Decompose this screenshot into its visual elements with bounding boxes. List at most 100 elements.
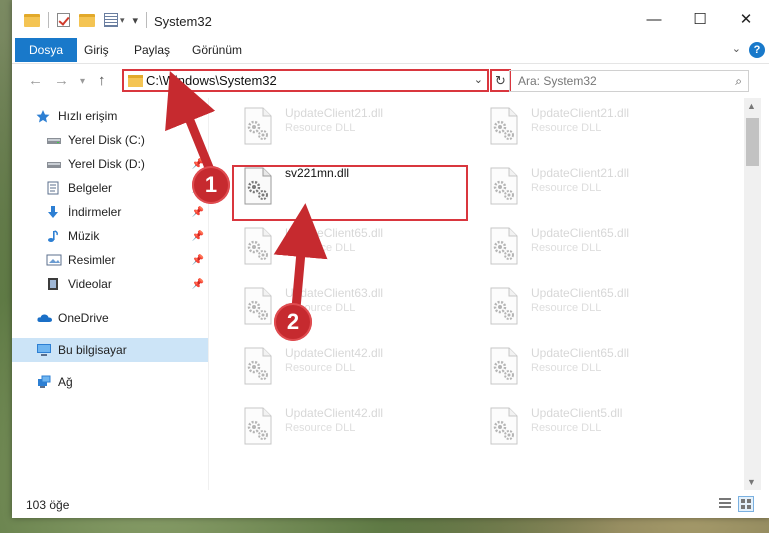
- step-badge-2: 2: [274, 303, 312, 341]
- drive-icon: [46, 133, 62, 147]
- sidebar-item-onedrive[interactable]: OneDrive: [12, 306, 208, 330]
- file-name: UpdateClient65.dll: [531, 226, 630, 240]
- folder-icon[interactable]: [24, 13, 40, 27]
- refresh-button[interactable]: ↻: [490, 69, 511, 92]
- customize-toolbar-icon[interactable]: ▾: [133, 14, 139, 27]
- sidebar-item-label: Bu bilgisayar: [58, 343, 127, 357]
- dll-file-icon: [487, 346, 521, 386]
- toolbar-divider: [48, 12, 49, 28]
- documents-icon: [46, 181, 62, 195]
- file-name: UpdateClient5.dll: [531, 406, 623, 420]
- sidebar-item-label: Belgeler: [68, 181, 113, 195]
- sidebar-item-local-disk-d[interactable]: Yerel Disk (D:) 📌: [12, 152, 208, 176]
- refresh-icon: ↻: [495, 73, 506, 88]
- file-name: UpdateClient21.dll: [531, 106, 630, 120]
- minimize-button[interactable]: —: [631, 0, 677, 38]
- file-description: Resource DLL: [531, 362, 602, 374]
- tab-paylas[interactable]: Paylaş: [134, 38, 170, 62]
- sidebar-item-this-pc[interactable]: Bu bilgisayar: [12, 338, 208, 362]
- file-list: UpdateClient21.dll Resource DLL UpdateClie…: [209, 98, 744, 490]
- file-description: Resource DLL: [531, 182, 602, 194]
- properties-check-icon[interactable]: [57, 13, 70, 27]
- file-item[interactable]: UpdateClient21.dll Resource DLL: [479, 160, 711, 214]
- file-description: Resource DLL: [531, 302, 602, 314]
- download-icon: [46, 205, 62, 219]
- dll-file-icon: [487, 166, 521, 206]
- search-input[interactable]: Ara: System32 ⌕: [509, 70, 749, 92]
- toolbar-divider: [146, 12, 148, 28]
- sidebar-item-local-disk-c[interactable]: Yerel Disk (C:): [12, 128, 208, 152]
- tab-giris[interactable]: Giriş: [84, 38, 109, 62]
- file-item[interactable]: UpdateClient42.dll Resource DLL: [233, 400, 465, 454]
- chevron-down-icon[interactable]: ▾: [120, 15, 125, 26]
- expand-ribbon-icon[interactable]: ⌄: [732, 42, 741, 55]
- address-row: ← → ▾ ↑ C:\Windows\System32 ⌄ ↻ Ara: Sys…: [12, 63, 769, 98]
- sidebar-item-documents[interactable]: Belgeler 📌: [12, 176, 208, 200]
- file-name: UpdateClient21.dll: [531, 166, 630, 180]
- address-path[interactable]: C:\Windows\System32: [146, 73, 277, 88]
- sidebar-item-label: Yerel Disk (C:): [68, 133, 145, 147]
- file-description: Resource DLL: [285, 242, 356, 254]
- scroll-up-icon[interactable]: ▲: [747, 101, 756, 111]
- scroll-down-icon[interactable]: ▼: [747, 477, 756, 487]
- pin-icon[interactable]: 📌: [192, 207, 204, 218]
- drive-icon: [46, 157, 62, 171]
- file-item[interactable]: UpdateClient65.dll Resource DLL: [479, 220, 711, 274]
- file-item[interactable]: UpdateClient42.dll Resource DLL: [233, 340, 465, 394]
- pictures-icon: [46, 253, 62, 267]
- dll-file-icon: [241, 106, 275, 146]
- sidebar-item-quick-access[interactable]: Hızlı erişim: [12, 104, 208, 128]
- maximize-button[interactable]: ☐: [677, 0, 723, 38]
- sidebar-item-videos[interactable]: Videolar 📌: [12, 272, 208, 296]
- up-arrow-icon[interactable]: ↑: [98, 72, 106, 89]
- file-item[interactable]: UpdateClient65.dll Resource DLL: [233, 220, 465, 274]
- dll-file-icon: [487, 406, 521, 446]
- dll-file-icon: [241, 346, 275, 386]
- recent-locations-icon[interactable]: ▾: [80, 76, 85, 87]
- scrollbar-thumb[interactable]: [746, 118, 759, 166]
- back-arrow-icon[interactable]: ←: [28, 72, 43, 89]
- details-view-icon[interactable]: [718, 496, 734, 512]
- pin-icon[interactable]: 📌: [192, 231, 204, 242]
- pin-icon[interactable]: 📌: [192, 279, 204, 290]
- file-description: Resource DLL: [285, 362, 356, 374]
- window-title: System32: [154, 14, 212, 29]
- sidebar-item-label: Resimler: [68, 253, 116, 267]
- item-count: 103 öğe: [26, 498, 70, 512]
- help-button[interactable]: ?: [749, 42, 765, 58]
- forward-arrow-icon[interactable]: →: [54, 72, 69, 89]
- file-item[interactable]: UpdateClient65.dll Resource DLL: [479, 280, 711, 334]
- sidebar-item-downloads[interactable]: İndirmeler 📌: [12, 200, 208, 224]
- tab-gorunum[interactable]: Görünüm: [192, 38, 242, 62]
- dll-file-icon: [241, 406, 275, 446]
- search-icon[interactable]: ⌕: [735, 74, 742, 89]
- sidebar-item-label: OneDrive: [58, 311, 109, 325]
- file-name: UpdateClient21.dll: [285, 106, 384, 120]
- pin-icon[interactable]: 📌: [192, 255, 204, 266]
- file-description: Resource DLL: [531, 242, 602, 254]
- sidebar-item-music[interactable]: Müzik 📌: [12, 224, 208, 248]
- file-item[interactable]: UpdateClient5.dll Resource DLL: [479, 400, 711, 454]
- file-name: UpdateClient42.dll: [285, 406, 384, 420]
- sidebar-item-network[interactable]: Ağ: [12, 370, 208, 394]
- dll-file-icon: [241, 226, 275, 266]
- file-item[interactable]: UpdateClient21.dll Resource DLL: [479, 100, 711, 154]
- tab-dosya[interactable]: Dosya: [15, 38, 78, 62]
- chevron-down-icon[interactable]: ⌄: [474, 73, 483, 86]
- status-bar: 103 öğe: [12, 490, 769, 518]
- new-folder-icon[interactable]: [79, 13, 95, 27]
- address-bar[interactable]: C:\Windows\System32 ⌄: [122, 69, 489, 92]
- video-icon: [46, 277, 62, 291]
- file-item[interactable]: UpdateClient65.dll Resource DLL: [479, 340, 711, 394]
- close-button[interactable]: ✕: [723, 0, 769, 38]
- quick-access-toolbar: ▾ ▾: [24, 12, 148, 28]
- sidebar-item-pictures[interactable]: Resimler 📌: [12, 248, 208, 272]
- file-item[interactable]: UpdateClient63.dll Resource DLL: [233, 280, 465, 334]
- selected-file-highlight: [232, 165, 468, 221]
- file-description: Resource DLL: [285, 422, 356, 434]
- large-icons-view-icon[interactable]: [738, 496, 754, 512]
- vertical-scrollbar[interactable]: ▲ ▼: [744, 98, 761, 490]
- sidebar-item-label: Müzik: [68, 229, 100, 243]
- view-properties-icon[interactable]: [104, 13, 118, 27]
- file-item[interactable]: UpdateClient21.dll Resource DLL: [233, 100, 465, 154]
